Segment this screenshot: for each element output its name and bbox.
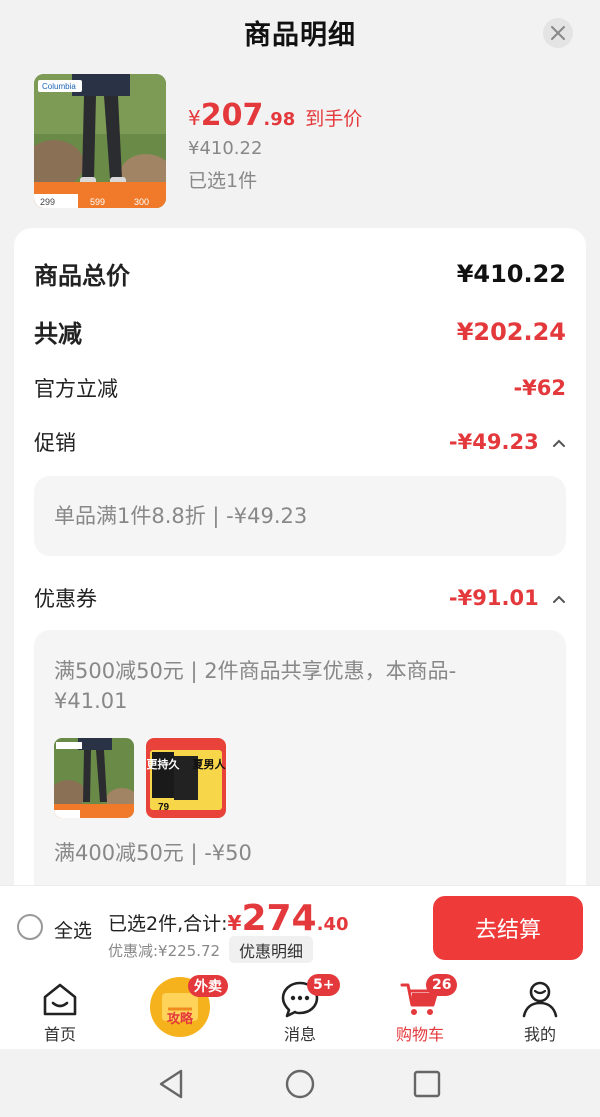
- tab-cart-label: 购物车: [395, 1025, 444, 1044]
- recent-apps-icon[interactable]: [410, 1067, 444, 1101]
- bottom-tab-bar: 首页 攻略 外卖 5+ 消息 26 购物车 我的: [0, 969, 600, 1049]
- selected-count: 已选1件: [188, 170, 258, 192]
- coupon-detail-text-1: 满500减50元 | 2件商品共享优惠，本商品-¥41.01: [54, 659, 457, 713]
- price-breakdown-card: 商品总价 ¥410.22 共减 ¥202.24 官方立减 -¥62 促销 -¥4…: [14, 228, 586, 928]
- tab-profile-label: 我的: [523, 1025, 556, 1044]
- promotion-detail-text: 单品满1件8.8折 | -¥49.23: [54, 504, 308, 528]
- final-price: ¥ 207 .98 到手价: [188, 98, 362, 133]
- total-integer: 274: [241, 898, 317, 939]
- messages-badge: 5+: [307, 974, 341, 996]
- tab-messages[interactable]: 5+ 消息: [250, 969, 350, 1049]
- thumb-caption-1: 更持久: [147, 757, 181, 771]
- official-discount-label: 官方立减: [34, 377, 118, 401]
- promotion-label: 促销: [34, 431, 76, 455]
- product-detail-sheet: 商品明细 Columbia 299 599 300 ¥ 207 .98 到手价 …: [0, 0, 600, 928]
- total-reduction-label: 共减: [34, 320, 82, 348]
- coupon-detail-text-2: 满400减50元 | -¥50: [54, 841, 252, 865]
- thumb-caption-2: 夏男人: [193, 757, 227, 771]
- promotion-row[interactable]: 促销 -¥49.23: [34, 427, 566, 457]
- select-all-label[interactable]: 全选: [54, 916, 92, 943]
- price-integer: 207: [200, 98, 264, 133]
- tab-guide[interactable]: 攻略 外卖: [130, 969, 230, 1049]
- product-summary: Columbia 299 599 300 ¥ 207 .98 到手价 ¥410.…: [34, 74, 594, 214]
- promotion-value: -¥49.23: [448, 430, 539, 454]
- home-nav-icon[interactable]: [283, 1067, 317, 1101]
- official-discount-value: -¥62: [513, 376, 566, 400]
- price-decimal: .98: [263, 109, 296, 130]
- guide-badge: 外卖: [188, 975, 228, 997]
- product-thumbnail[interactable]: Columbia 299 599 300: [34, 74, 166, 208]
- chevron-up-icon[interactable]: [552, 438, 566, 448]
- total-currency: ¥: [227, 911, 242, 935]
- home-icon: [43, 983, 77, 1016]
- profile-icon: [522, 981, 558, 1018]
- total-label: 已选2件,合计:: [108, 913, 228, 935]
- thumb-price: 79: [158, 802, 170, 813]
- total-price-label: 商品总价: [34, 262, 130, 290]
- sheet-header: 商品明细: [0, 0, 600, 64]
- cart-total: 已选2件,合计: ¥ 274 .40: [108, 898, 349, 939]
- tab-home[interactable]: 首页: [10, 969, 110, 1049]
- promotion-detail: 单品满1件8.8折 | -¥49.23: [34, 476, 566, 556]
- coupon-row[interactable]: 优惠券 -¥91.01: [34, 583, 566, 613]
- total-decimal: .40: [316, 914, 349, 935]
- total-reduction-row: 共减 ¥202.24: [34, 314, 566, 349]
- coupon-label: 优惠券: [34, 587, 97, 611]
- svg-text:299: 299: [40, 197, 55, 207]
- tab-guide-label: 攻略: [167, 1011, 194, 1027]
- close-icon: [551, 26, 565, 40]
- tab-home-label: 首页: [43, 1025, 76, 1044]
- tab-profile[interactable]: 我的: [490, 969, 590, 1049]
- svg-text:599: 599: [90, 197, 105, 207]
- system-navigation-bar: [0, 1049, 600, 1117]
- checkout-button[interactable]: 去结算: [433, 896, 583, 960]
- official-discount-row: 官方立减 -¥62: [34, 373, 566, 403]
- back-icon[interactable]: [155, 1067, 189, 1101]
- brand-logo: Columbia: [42, 82, 76, 91]
- total-reduction-value: ¥202.24: [456, 317, 566, 346]
- price-currency: ¥: [188, 106, 201, 130]
- tab-cart[interactable]: 26 购物车: [370, 969, 470, 1049]
- select-all-radio[interactable]: [17, 914, 43, 940]
- original-price: ¥410.22: [188, 138, 263, 159]
- close-button[interactable]: [543, 18, 573, 48]
- coupon-detail: 满500减50元 | 2件商品共享优惠，本商品-¥41.01 更持久 夏男人 7…: [34, 630, 566, 928]
- discount-amount: 优惠减:¥225.72: [108, 942, 221, 960]
- coupon-product-thumb-1[interactable]: [54, 738, 134, 818]
- chevron-up-icon[interactable]: [552, 594, 566, 604]
- price-tag: 到手价: [305, 108, 363, 130]
- discount-detail-button[interactable]: 优惠明细: [229, 936, 314, 963]
- coupon-product-thumb-2[interactable]: 更持久 夏男人 79: [146, 738, 226, 818]
- tab-messages-label: 消息: [283, 1025, 316, 1044]
- svg-text:300: 300: [134, 197, 149, 207]
- total-price-value: ¥410.22: [456, 259, 566, 288]
- checkout-bar: 全选 已选2件,合计: ¥ 274 .40 优惠减:¥225.72 优惠明细 去…: [0, 885, 600, 969]
- coupon-value: -¥91.01: [448, 586, 539, 610]
- cart-badge: 26: [426, 974, 458, 996]
- sheet-title: 商品明细: [244, 19, 356, 51]
- total-price-row: 商品总价 ¥410.22: [34, 256, 566, 291]
